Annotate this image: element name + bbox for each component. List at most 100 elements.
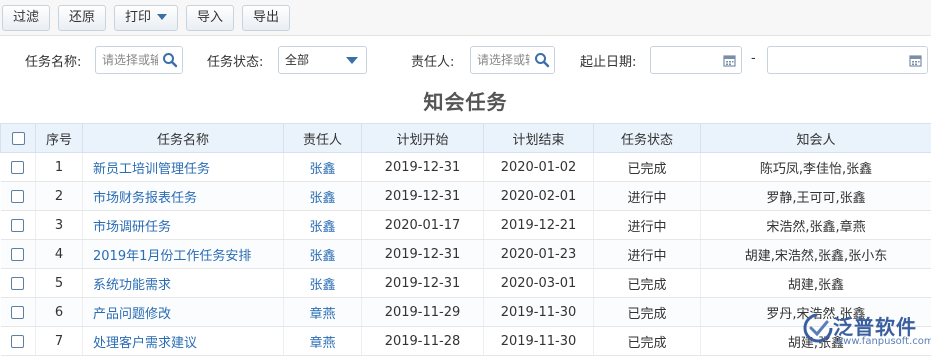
- table-header-row: 序号 任务名称 责任人 计划开始 计划结束 任务状态 知会人: [0, 123, 931, 153]
- plan-end: 2019-12-21: [483, 210, 594, 240]
- owner-link[interactable]: 张鑫: [283, 268, 362, 298]
- brand-watermark: 泛普软件 www.fanpusoft.com: [799, 309, 931, 357]
- plan-start: 2020-01-17: [361, 210, 484, 240]
- table-row[interactable]: 5 系统功能需求 张鑫 2019-12-31 2020-03-01 已完成 胡建…: [0, 268, 931, 298]
- row-checkbox[interactable]: [11, 160, 25, 174]
- row-checkbox[interactable]: [11, 218, 25, 232]
- plan-start: 2019-12-31: [361, 239, 484, 269]
- row-select-cell[interactable]: [0, 181, 36, 211]
- end-date-input[interactable]: [767, 46, 928, 74]
- chevron-down-icon: [157, 13, 167, 20]
- calendar-icon[interactable]: [717, 47, 741, 73]
- row-no: 7: [35, 326, 83, 356]
- row-checkbox[interactable]: [11, 189, 25, 203]
- plan-end: 2020-01-02: [483, 152, 594, 182]
- owner-link[interactable]: 章燕: [283, 297, 362, 327]
- row-no: 4: [35, 239, 83, 269]
- date-separator: -: [751, 51, 756, 66]
- plan-end: 2019-11-30: [483, 297, 594, 327]
- owner-link[interactable]: 张鑫: [283, 239, 362, 269]
- task-name-link[interactable]: 市场财务报表任务: [82, 181, 284, 211]
- task-status-label: 任务状态:: [207, 55, 264, 70]
- row-select-cell[interactable]: [0, 210, 36, 240]
- filter-button[interactable]: 过滤: [2, 5, 50, 31]
- row-checkbox[interactable]: [11, 305, 25, 319]
- table-row[interactable]: 6 产品问题修改 章燕 2019-11-29 2019-11-30 已完成 罗丹…: [0, 297, 931, 327]
- table-row[interactable]: 4 2019年1月份工作任务安排 张鑫 2019-12-31 2020-01-2…: [0, 239, 931, 269]
- plan-start: 2019-11-28: [361, 326, 484, 356]
- plan-end: 2020-02-01: [483, 181, 594, 211]
- task-name-placeholder: 请选择或输: [102, 53, 163, 67]
- row-no: 1: [35, 152, 83, 182]
- column-header-name[interactable]: 任务名称: [82, 123, 284, 153]
- select-all-cell[interactable]: [0, 123, 36, 153]
- plan-end: 2020-01-23: [483, 239, 594, 269]
- row-checkbox[interactable]: [11, 276, 25, 290]
- row-select-cell[interactable]: [0, 152, 36, 182]
- brand-name-en: www.fanpusoft.com: [835, 336, 931, 347]
- plan-start: 2019-12-31: [361, 181, 484, 211]
- owner-label: 责任人:: [411, 55, 455, 70]
- print-label: 打印: [124, 10, 151, 25]
- search-icon[interactable]: [530, 47, 554, 73]
- column-header-status[interactable]: 任务状态: [593, 123, 701, 153]
- table-row[interactable]: 1 新员工培训管理任务 张鑫 2019-12-31 2020-01-02 已完成…: [0, 152, 931, 182]
- column-header-no[interactable]: 序号: [35, 123, 83, 153]
- calendar-icon[interactable]: [903, 47, 927, 73]
- task-name-link[interactable]: 处理客户需求建议: [82, 326, 284, 356]
- task-status: 进行中: [593, 181, 701, 211]
- notify-persons: 宋浩然,张鑫,章燕: [700, 210, 931, 240]
- date-range-label: 起止日期:: [580, 55, 637, 70]
- notify-persons: 陈巧凤,李佳怡,张鑫: [700, 152, 931, 182]
- row-select-cell[interactable]: [0, 268, 36, 298]
- notify-persons: 胡建,宋浩然,张鑫,张小东: [700, 239, 931, 269]
- task-status: 已完成: [593, 268, 701, 298]
- task-name-link[interactable]: 市场调研任务: [82, 210, 284, 240]
- task-name-link[interactable]: 系统功能需求: [82, 268, 284, 298]
- task-status: 进行中: [593, 239, 701, 269]
- column-header-start[interactable]: 计划开始: [361, 123, 484, 153]
- owner-link[interactable]: 张鑫: [283, 181, 362, 211]
- task-table: 序号 任务名称 责任人 计划开始 计划结束 任务状态 知会人 1 新员工培训管理…: [0, 123, 931, 356]
- import-button[interactable]: 导入: [186, 5, 234, 31]
- plan-start: 2019-11-29: [361, 297, 484, 327]
- task-status-select[interactable]: 全部: [278, 46, 367, 74]
- task-status: 已完成: [593, 326, 701, 356]
- row-select-cell[interactable]: [0, 326, 36, 356]
- row-checkbox[interactable]: [11, 334, 25, 348]
- restore-button[interactable]: 还原: [58, 5, 106, 31]
- row-no: 5: [35, 268, 83, 298]
- table-row[interactable]: 3 市场调研任务 张鑫 2020-01-17 2019-12-21 进行中 宋浩…: [0, 210, 931, 240]
- page-title: 知会任务: [423, 90, 508, 114]
- task-status: 进行中: [593, 210, 701, 240]
- owner-link[interactable]: 章燕: [283, 326, 362, 356]
- row-no: 3: [35, 210, 83, 240]
- task-name-link[interactable]: 新员工培训管理任务: [82, 152, 284, 182]
- select-all-checkbox[interactable]: [11, 131, 25, 145]
- row-select-cell[interactable]: [0, 297, 36, 327]
- print-button[interactable]: 打印: [114, 5, 178, 31]
- export-button[interactable]: 导出: [242, 5, 290, 31]
- column-header-notify[interactable]: 知会人: [700, 123, 931, 153]
- task-name-link[interactable]: 产品问题修改: [82, 297, 284, 327]
- row-no: 6: [35, 297, 83, 327]
- start-date-input[interactable]: [650, 46, 742, 74]
- owner-link[interactable]: 张鑫: [283, 152, 362, 182]
- row-checkbox[interactable]: [11, 247, 25, 261]
- plan-start: 2019-12-31: [361, 268, 484, 298]
- owner-placeholder: 请选择或输: [477, 53, 538, 67]
- plan-start: 2019-12-31: [361, 152, 484, 182]
- owner-input[interactable]: 请选择或输: [470, 46, 555, 74]
- plan-end: 2019-11-30: [483, 326, 594, 356]
- column-header-end[interactable]: 计划结束: [483, 123, 594, 153]
- task-name-input[interactable]: 请选择或输: [95, 46, 183, 74]
- task-name-link[interactable]: 2019年1月份工作任务安排: [82, 239, 284, 269]
- row-select-cell[interactable]: [0, 239, 36, 269]
- table-row[interactable]: 2 市场财务报表任务 张鑫 2019-12-31 2020-02-01 进行中 …: [0, 181, 931, 211]
- owner-link[interactable]: 张鑫: [283, 210, 362, 240]
- table-row[interactable]: 7 处理客户需求建议 章燕 2019-11-28 2019-11-30 已完成 …: [0, 326, 931, 356]
- notify-persons: 胡建,张鑫: [700, 268, 931, 298]
- search-icon[interactable]: [158, 47, 182, 73]
- column-header-owner[interactable]: 责任人: [283, 123, 362, 153]
- task-status: 已完成: [593, 152, 701, 182]
